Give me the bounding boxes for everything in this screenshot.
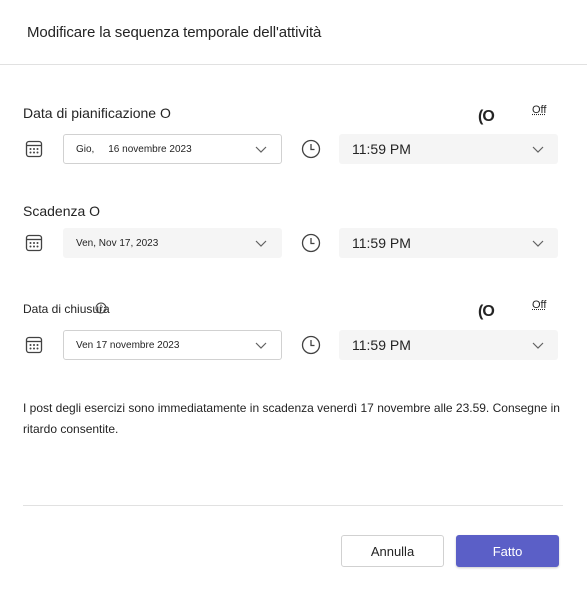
footer-divider (23, 505, 563, 506)
info-icon[interactable] (95, 302, 107, 314)
cancel-button[interactable]: Annulla (341, 535, 444, 567)
chevron-down-icon (255, 342, 267, 349)
done-button[interactable]: Fatto (456, 535, 559, 567)
close-date-value: Ven 17 novembre 2023 (76, 340, 180, 351)
due-time-value: 11:59 PM (352, 235, 411, 251)
timeline-summary-text: I post degli esercizi sono immediatament… (23, 401, 560, 436)
calendar-icon[interactable] (25, 234, 43, 252)
chevron-down-icon (255, 146, 267, 153)
dialog-title: Modificare la sequenza temporale dell'at… (27, 24, 322, 41)
calendar-icon[interactable] (25, 336, 43, 354)
chevron-down-icon (532, 146, 544, 153)
close-date-toggle[interactable]: (O Off (478, 299, 568, 325)
schedule-date-toggle[interactable]: (O Off (478, 104, 568, 130)
toggle-knob: (O (478, 303, 495, 320)
chevron-down-icon (255, 240, 267, 247)
close-date-picker[interactable]: Ven 17 novembre 2023 (63, 330, 282, 360)
toggle-knob: (O (478, 108, 495, 125)
schedule-date-label: Data di pianificazione O (23, 105, 171, 121)
edit-timeline-dialog: Modificare la sequenza temporale dell'at… (0, 0, 587, 591)
chevron-down-icon (532, 342, 544, 349)
close-time-value: 11:59 PM (352, 337, 411, 353)
close-time-picker[interactable]: 11:59 PM (339, 330, 558, 360)
schedule-date-picker[interactable]: Gio, 16 novembre 2023 (63, 134, 282, 164)
due-date-picker[interactable]: Ven, Nov 17, 2023 (63, 228, 282, 258)
toggle-state-label: Off (532, 299, 547, 311)
clock-icon[interactable] (301, 233, 321, 253)
due-date-label: Scadenza O (23, 203, 101, 219)
toggle-state-label: Off (532, 104, 547, 116)
schedule-time-value: 11:59 PM (352, 141, 411, 157)
calendar-icon[interactable] (25, 140, 43, 158)
due-date-value: Ven, Nov 17, 2023 (76, 238, 159, 249)
schedule-date-value: Gio, 16 novembre 2023 (76, 144, 192, 155)
clock-icon[interactable] (301, 335, 321, 355)
due-time-picker[interactable]: 11:59 PM (339, 228, 558, 258)
chevron-down-icon (532, 240, 544, 247)
schedule-time-picker[interactable]: 11:59 PM (339, 134, 558, 164)
clock-icon[interactable] (301, 139, 321, 159)
title-divider (0, 64, 587, 65)
